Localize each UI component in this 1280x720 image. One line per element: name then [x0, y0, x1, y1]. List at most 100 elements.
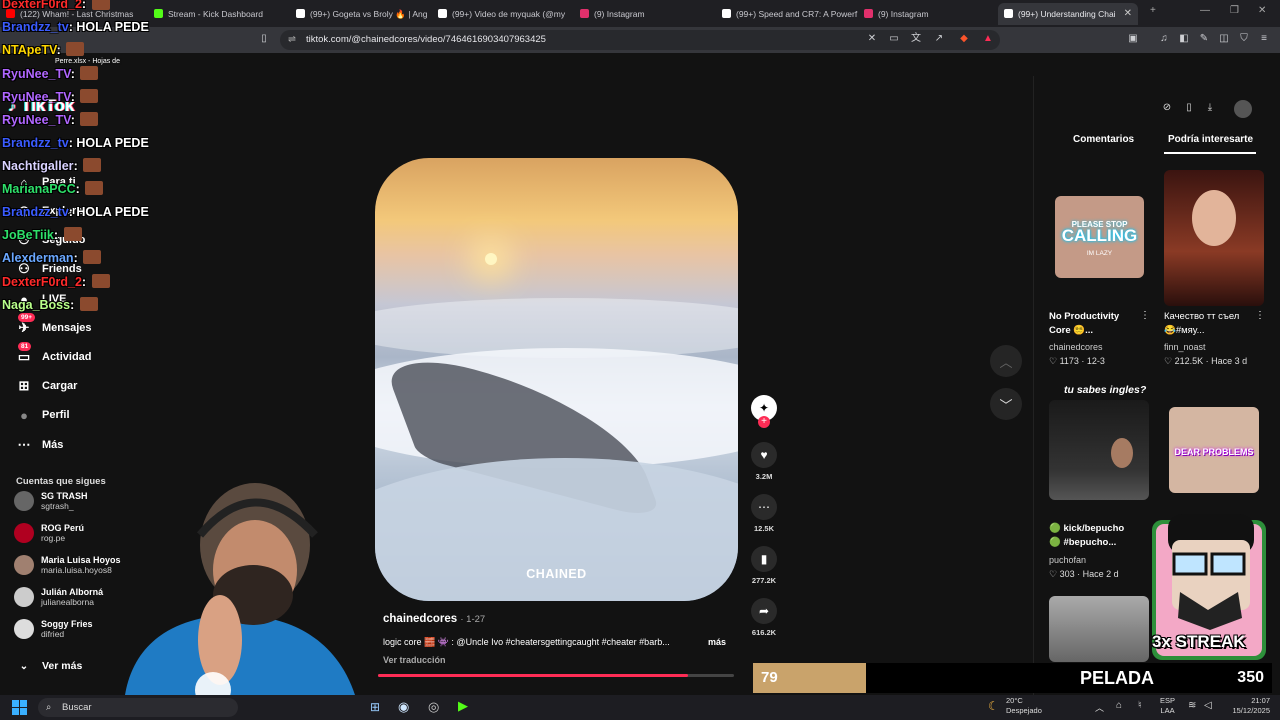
phone-icon[interactable]: ▯	[1182, 102, 1196, 116]
suggested-thumb-6[interactable]	[1049, 596, 1149, 662]
chat-message: JoBeTiik:	[2, 227, 82, 242]
following-item[interactable]: Julián Alborná julianealborna	[14, 583, 103, 611]
suggested-5-title[interactable]: 🟢 kick/bepucho 🟢 #bepucho...	[1049, 522, 1124, 550]
tray-chevron-icon[interactable]: ︿	[1095, 701, 1104, 714]
translate-icon[interactable]: 文	[910, 33, 922, 45]
share-icon: ➦	[751, 598, 777, 624]
following-item[interactable]: ROG Perú rog.pe	[14, 519, 84, 547]
close-tab-icon[interactable]: ✕	[1124, 3, 1132, 25]
suggested-1-title[interactable]: No Productivity Core 😵‍💫...	[1049, 310, 1119, 338]
minimize-button[interactable]: —	[1200, 5, 1210, 16]
site-info-icon[interactable]: ⇌	[288, 34, 296, 45]
chat-separator: :	[56, 43, 65, 57]
translate-link[interactable]: Ver traducción	[383, 655, 446, 665]
compass-icon[interactable]: ⊘	[1160, 102, 1174, 116]
maximize-button[interactable]: ❐	[1230, 5, 1239, 16]
nav-item-profile[interactable]: ● Perfil	[16, 404, 69, 426]
suggested-1-user[interactable]: chainedcores	[1049, 342, 1103, 352]
share-page-icon[interactable]: ↗	[933, 33, 945, 45]
suggested-thumb-4[interactable]: DEAR PROBLEMS	[1169, 407, 1259, 493]
previous-video-button[interactable]: ︿	[990, 345, 1022, 377]
tab-comments[interactable]: Comentarios	[1073, 134, 1134, 145]
steam-icon[interactable]: ◉	[398, 699, 409, 715]
suggested-3-caption: tu sabes ingles?	[1064, 384, 1147, 396]
obs-icon[interactable]: ◎	[428, 699, 439, 715]
nav-item-upload[interactable]: ⊞ Cargar	[16, 375, 78, 397]
author-avatar-button[interactable]: ✦ +	[751, 395, 777, 428]
see-more-button[interactable]: ⌄ Ver más	[16, 655, 83, 677]
windows-start-icon[interactable]	[12, 700, 27, 715]
more-options-icon[interactable]: ⋮	[1255, 310, 1265, 321]
video-author[interactable]: chainedcores · 1-27	[383, 613, 485, 625]
chat-separator: :	[53, 228, 62, 242]
volume-icon[interactable]: ◁	[1204, 700, 1212, 711]
video-player[interactable]: CHAINED	[375, 158, 738, 601]
comment-button[interactable]: ⋯ 12.5K	[751, 494, 777, 533]
next-video-button[interactable]: ﹀	[990, 388, 1022, 420]
bookmark-icon[interactable]: ▯	[258, 33, 270, 45]
close-window-button[interactable]: ✕	[1258, 5, 1266, 16]
language-indicator[interactable]: ESP LAA	[1160, 696, 1175, 716]
chat-emote-icon	[63, 227, 82, 241]
menu-icon[interactable]: ≡	[1258, 33, 1270, 45]
rewards-icon[interactable]: ▲	[982, 33, 994, 45]
avatar	[14, 523, 34, 543]
browser-tab[interactable]: (99+) Gogeta vs Broly 🔥 | Ang	[290, 3, 428, 25]
browser-tab[interactable]: (9) Instagram	[858, 3, 998, 25]
nav-label: Mensajes	[42, 322, 92, 334]
tab-favicon-icon	[580, 9, 589, 18]
browser-tab[interactable]: (99+) Understanding Chai ✕	[998, 3, 1138, 25]
share-button[interactable]: ➦ 616.2K	[751, 598, 777, 637]
new-tab-button[interactable]: +	[1150, 5, 1156, 16]
chat-username: Alexderman	[2, 251, 74, 265]
heart-button[interactable]: ♥ 3.2M	[751, 442, 777, 481]
follow-plus-icon[interactable]: +	[758, 416, 770, 428]
wallet-icon[interactable]: ◫	[1218, 33, 1230, 45]
chat-emote-icon	[80, 89, 99, 103]
tab-suggested[interactable]: Podría interesarte	[1168, 134, 1253, 145]
chat-text: HOLA PEDE	[76, 205, 149, 219]
sidebar-toggle-icon[interactable]: ▣	[1127, 33, 1139, 45]
download-icon[interactable]: ⤓	[1203, 102, 1217, 116]
kick-icon[interactable]: ▶	[458, 698, 468, 714]
taskbar-search[interactable]: ⌕ Buscar	[38, 698, 238, 717]
browser-tab[interactable]: (99+) Video de myquak (@my	[432, 3, 574, 25]
browser-tab[interactable]: (99+) Speed and CR7: A Powerf	[716, 3, 858, 25]
nav-item-activity[interactable]: ▭ Actividad 81	[16, 342, 92, 368]
more-link[interactable]: más	[708, 637, 726, 647]
suggested-2-title[interactable]: Качество тт съел 😂#мяу...	[1164, 310, 1239, 338]
cast-icon[interactable]: ▭	[888, 33, 900, 45]
more-options-icon[interactable]: ⋮	[1140, 310, 1150, 321]
brave-shield-icon[interactable]: ◆	[958, 33, 970, 45]
network-icon[interactable]: ⌂	[1116, 700, 1122, 711]
weather-widget[interactable]: 20°C Despejado	[1006, 696, 1042, 716]
browser-tab[interactable]: (9) Instagram	[574, 3, 714, 25]
nav-item-messages[interactable]: ✈ Mensajes 99+	[16, 313, 92, 339]
extensions-icon[interactable]: ✎	[1198, 33, 1210, 45]
suggested-thumb-2[interactable]	[1164, 170, 1264, 306]
following-item[interactable]: SG TRASH sgtrash_	[14, 487, 88, 515]
media-icon[interactable]: ♫	[1158, 33, 1170, 45]
taskbar-app-icon[interactable]: ⊞	[370, 700, 380, 714]
chat-message: Brandzz_tv: HOLA PEDE	[2, 205, 149, 219]
clock[interactable]: 21:07 15/12/2025	[1222, 696, 1270, 716]
vpn-icon[interactable]: ⛉	[1238, 33, 1250, 45]
nav-item-more[interactable]: ⋯ Más	[16, 434, 64, 456]
bookmark-button[interactable]: ▮ 277.2K	[751, 546, 777, 585]
wifi-icon[interactable]: ≋	[1188, 700, 1196, 711]
video-progress-bar[interactable]	[378, 674, 734, 677]
action-count: 3.2M	[755, 472, 773, 481]
lang-code: ESP	[1160, 696, 1176, 705]
following-item[interactable]: Soggy Fries difried	[14, 615, 93, 643]
chat-message: Brandzz_tv: HOLA PEDE	[2, 20, 149, 34]
address-bar-row: ▯ ⇌ tiktok.com/@chainedcores/video/74646…	[0, 27, 1280, 53]
suggested-thumb-1[interactable]: CALLING PLEASE STOP IM LAZY	[1055, 196, 1144, 278]
suggested-thumb-3[interactable]	[1049, 400, 1149, 500]
suggested-2-user[interactable]: finn_noast	[1164, 342, 1206, 352]
suggested-5-user[interactable]: puchofan	[1049, 555, 1086, 565]
user-avatar[interactable]	[1234, 100, 1252, 118]
reading-list-icon[interactable]: ◧	[1178, 33, 1190, 45]
avatar	[14, 587, 34, 607]
microphone-icon[interactable]: ♮	[1138, 700, 1142, 711]
mute-icon[interactable]: ✕	[866, 33, 878, 45]
